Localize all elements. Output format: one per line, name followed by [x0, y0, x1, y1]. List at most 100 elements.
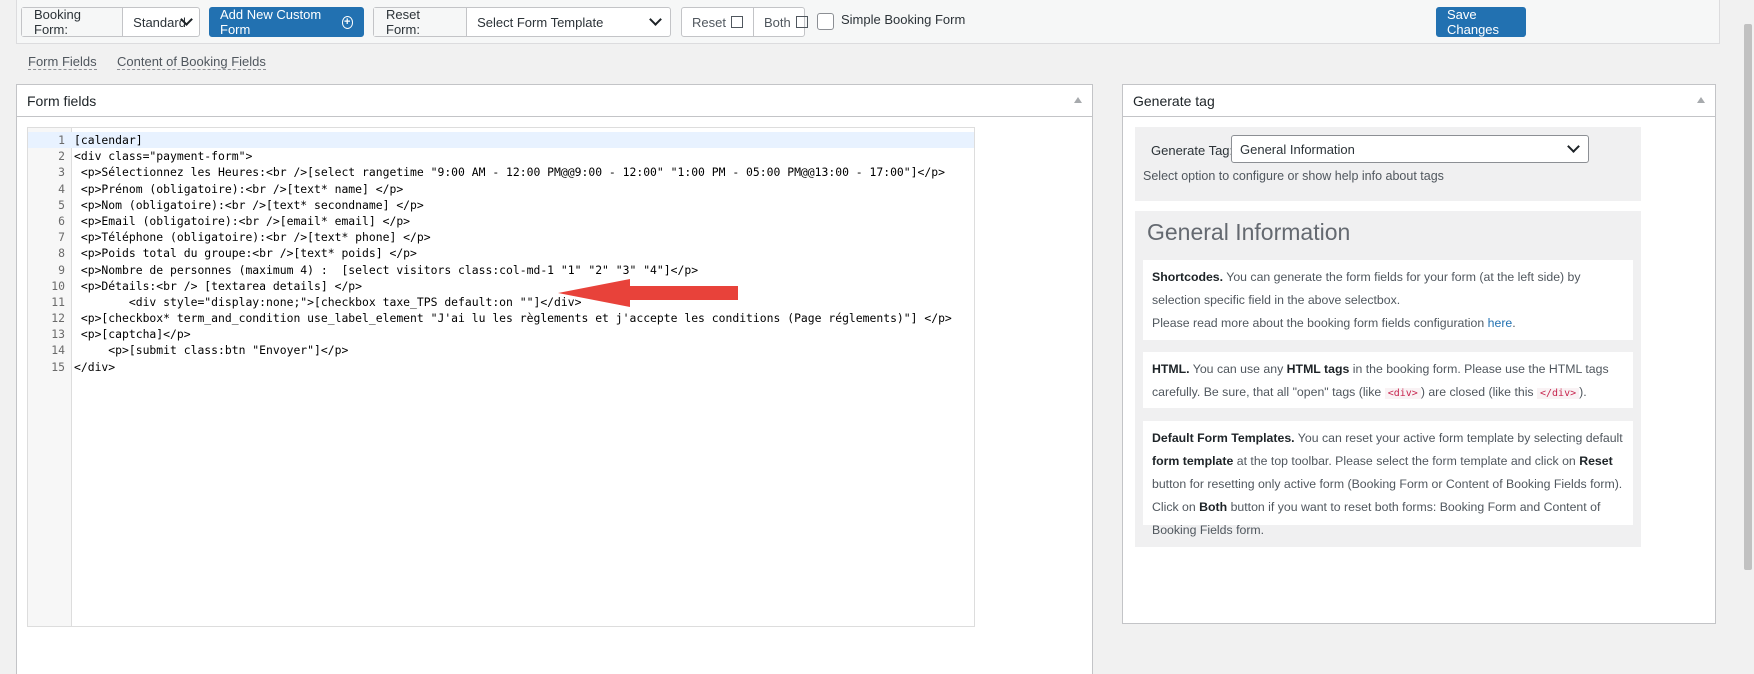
reset-form-dropdown[interactable]: Select Form Template [467, 8, 670, 36]
chevron-down-icon [1567, 140, 1580, 153]
html-code-close: </div> [1537, 388, 1580, 399]
html-text-3: ) are closed (like this [1420, 385, 1537, 399]
code-text: <p>Détails:<br /> [textarea details] </p… [74, 278, 363, 293]
line-number: 7 [58, 230, 65, 245]
code-editor[interactable]: 1 [calendar] 2 <div class="payment-form"> 3 … [27, 127, 975, 627]
code-text: <p>[submit class:btn "Envoyer"]</p> [74, 343, 349, 358]
code-line[interactable]: 13 <p>[captcha]</p> [28, 326, 974, 342]
line-number: 1 [58, 133, 65, 147]
form-fields-panel: Form fields 1 [calendar] 2 <div class="paym… [16, 84, 1093, 674]
both-button[interactable]: Both [752, 8, 818, 36]
generate-tag-select[interactable]: General Information [1231, 135, 1589, 163]
collapse-arrow-icon[interactable] [1074, 97, 1082, 103]
simple-booking-label: Simple Booking Form [841, 12, 966, 27]
html-text-4: ). [1579, 385, 1587, 399]
generate-tag-value: General Information [1240, 141, 1355, 157]
add-custom-form-label: Add New Custom Form [220, 7, 322, 37]
reset-form-selector[interactable]: Reset Form: Select Form Template [373, 7, 671, 37]
line-number: 8 [58, 246, 65, 261]
general-info-box: General Information Shortcodes. You can … [1135, 211, 1641, 547]
booking-form-dropdown[interactable]: Standard [123, 8, 199, 36]
line-number: 6 [58, 213, 65, 228]
tab-content-of-booking-fields[interactable]: Content of Booking Fields [117, 54, 266, 70]
code-text: <p>[checkbox* term_and_condition use_lab… [74, 311, 952, 326]
code-line[interactable]: 15 </div> [28, 359, 974, 375]
code-text: <div class="payment-form"> [74, 149, 253, 164]
code-line[interactable]: 2 <div class="payment-form"> [28, 148, 974, 164]
here-link[interactable]: here [1488, 316, 1513, 330]
templates-bold-1: form template [1152, 454, 1234, 468]
generate-tag-header: Generate tag [1123, 85, 1715, 117]
code-lines: 1 [calendar] 2 <div class="payment-form"> 3 … [28, 132, 974, 375]
simple-booking-checkbox[interactable] [817, 13, 834, 30]
line-number: 2 [58, 149, 65, 164]
templates-text-1: You can reset your active form template … [1294, 431, 1623, 445]
line-number: 4 [58, 181, 65, 196]
code-line[interactable]: 10 <p>Détails:<br /> [textarea details] … [28, 278, 974, 294]
line-number: 9 [58, 262, 65, 277]
shortcodes-card: Shortcodes. You can generate the form fi… [1143, 260, 1633, 340]
code-text: [calendar] [74, 133, 143, 147]
plus-circle-icon: + [341, 15, 353, 29]
scrollbar-thumb[interactable] [1744, 24, 1752, 570]
templates-text-2: at the top toolbar. Please select the fo… [1233, 454, 1580, 468]
download-icon [730, 16, 743, 28]
code-text: <p>[captcha]</p> [74, 327, 191, 342]
html-text-1: You can use any [1189, 362, 1287, 376]
page-scrollbar[interactable] [1740, 0, 1754, 674]
templates-title: Default Form Templates. [1152, 431, 1295, 445]
general-info-title: General Information [1147, 219, 1351, 245]
code-line[interactable]: 11 <div style="display:none;">[checkbox … [28, 294, 974, 310]
reset-button[interactable]: Reset [682, 8, 753, 36]
form-fields-header: Form fields [17, 85, 1092, 117]
generate-tag-title: Generate tag [1133, 92, 1215, 109]
templates-bold-2: Reset [1579, 454, 1613, 468]
top-toolbar: Booking Form: Standard Add New Custom Fo… [16, 0, 1720, 44]
code-line[interactable]: 8 <p>Poids total du groupe:<br />[text* … [28, 245, 974, 261]
line-number: 14 [51, 343, 65, 358]
html-card: HTML. You can use any HTML tags in the b… [1143, 352, 1633, 408]
code-text: <p>Email (obligatoire):<br />[email* ema… [74, 213, 411, 228]
generate-tag-help: Select option to configure or show help … [1143, 169, 1444, 183]
code-line[interactable]: 12 <p>[checkbox* term_and_condition use_… [28, 310, 974, 326]
generate-tag-label: Generate Tag: [1151, 143, 1234, 158]
code-text: <p>Sélectionnez les Heures:<br />[select… [74, 165, 945, 180]
html-bold: HTML tags [1286, 362, 1350, 376]
code-line[interactable]: 5 <p>Nom (obligatoire):<br />[text* seco… [28, 197, 974, 213]
html-code-open: <div> [1384, 388, 1421, 399]
layers-icon [795, 16, 808, 28]
add-custom-form-button[interactable]: Add New Custom Form + [209, 7, 364, 37]
code-line[interactable]: 3 <p>Sélectionnez les Heures:<br />[sele… [28, 164, 974, 180]
templates-card: Default Form Templates. You can reset yo… [1143, 421, 1633, 537]
collapse-arrow-icon[interactable] [1697, 97, 1705, 103]
line-number: 15 [51, 359, 65, 374]
code-line[interactable]: 14 <p>[submit class:btn "Envoyer"]</p> [28, 342, 974, 358]
code-line[interactable]: 7 <p>Téléphone (obligatoire):<br />[text… [28, 229, 974, 245]
code-text: <p>Poids total du groupe:<br />[text* po… [74, 246, 417, 261]
html-title: HTML. [1152, 362, 1190, 376]
code-text: <p>Téléphone (obligatoire):<br />[text* … [74, 230, 431, 245]
line-number: 12 [51, 311, 65, 326]
code-line[interactable]: 6 <p>Email (obligatoire):<br />[email* e… [28, 213, 974, 229]
code-text: <p>Nom (obligatoire):<br />[text* second… [74, 197, 424, 212]
booking-form-value: Standard [133, 14, 186, 30]
shortcodes-more: Please read more about the booking form … [1152, 316, 1488, 330]
line-number: 13 [51, 327, 65, 342]
generate-tag-panel: Generate tag Generate Tag: General Infor… [1122, 84, 1716, 624]
shortcodes-title: Shortcodes. [1152, 270, 1224, 284]
code-line[interactable]: 4 <p>Prénom (obligatoire):<br />[text* n… [28, 181, 974, 197]
code-text: <p>Nombre de personnes (maximum 4) : [se… [74, 262, 699, 277]
code-text: <div style="display:none;">[checkbox tax… [74, 294, 582, 309]
tab-form-fields[interactable]: Form Fields [28, 54, 97, 70]
code-line[interactable]: 9 <p>Nombre de personnes (maximum 4) : [… [28, 262, 974, 278]
booking-form-selector[interactable]: Booking Form: Standard [21, 7, 200, 37]
red-arrow-annotation [558, 279, 738, 307]
line-number: 5 [58, 197, 65, 212]
line-number: 10 [51, 278, 65, 293]
templates-bold-3: Both [1199, 500, 1228, 514]
reset-label: Reset [692, 14, 726, 30]
reset-form-value: Select Form Template [477, 14, 604, 30]
save-changes-button[interactable]: Save Changes [1436, 7, 1526, 37]
line-number: 11 [51, 294, 65, 309]
code-line[interactable]: 1 [calendar] [28, 132, 974, 149]
